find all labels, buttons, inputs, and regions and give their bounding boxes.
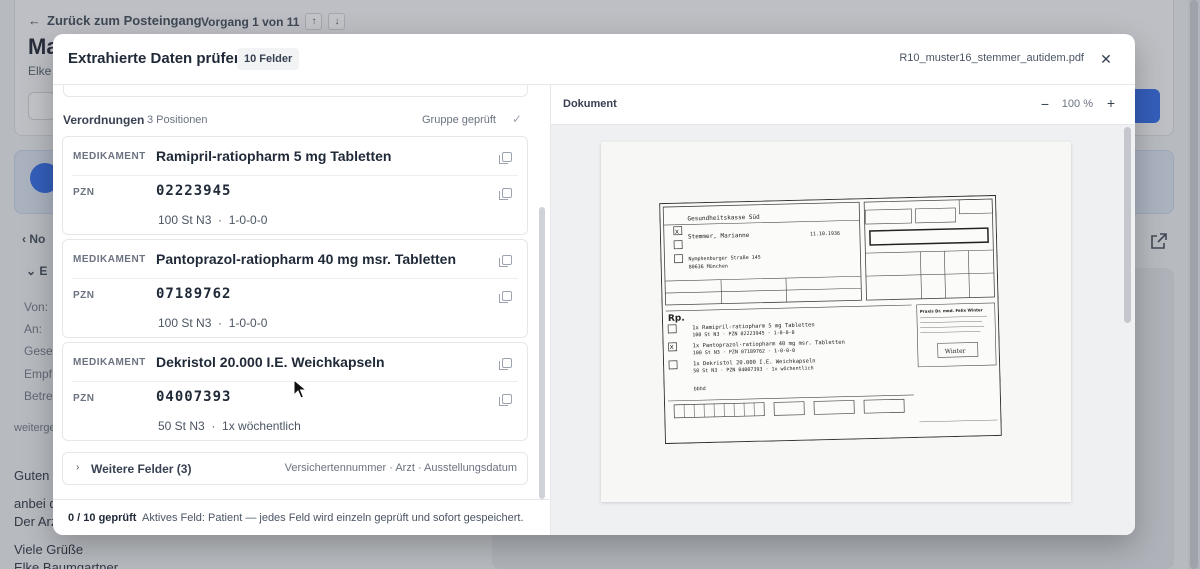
more-fields-list: Versichertennummer · Arzt · Ausstellungs… — [284, 462, 517, 474]
pzn-field[interactable]: PZN 07189762 — [63, 278, 527, 312]
group-count: 3 Positionen — [147, 114, 208, 126]
item-meta: 100 St N3 · 1-0-0-0 — [158, 316, 268, 330]
field-label: PZN — [73, 290, 95, 301]
medication-field[interactable]: MEDIKAMENT Ramipril-ratiopharm 5 mg Tabl… — [63, 137, 527, 175]
svg-text:80636 München: 80636 München — [689, 263, 728, 270]
file-name: R10_muster16_stemmer_autidem.pdf — [899, 52, 1084, 64]
panel-scrollbar[interactable] — [539, 207, 545, 499]
medication-value: Ramipril-ratiopharm 5 mg Tabletten — [156, 148, 392, 164]
dialog-title: Extrahierte Daten prüfen — [68, 50, 244, 67]
svg-text:x: x — [675, 228, 679, 236]
svg-text:x: x — [670, 343, 674, 351]
review-dialog: Extrahierte Daten prüfen 10 Felder R10_m… — [53, 34, 1135, 535]
medication-value: Dekristol 20.000 I.E. Weichkapseln — [156, 354, 385, 370]
prescription-scan: x Gesundheitskasse Süd Stemmer, Marianne… — [659, 194, 1002, 445]
document-scrollbar[interactable] — [1124, 127, 1131, 323]
zoom-in-icon[interactable]: + — [1107, 95, 1115, 111]
more-fields-toggle[interactable]: › Weitere Felder (3) Versichertennummer … — [62, 452, 528, 485]
dialog-footer: 0 / 10 geprüft Aktives Feld: Patient — j… — [53, 499, 550, 535]
copy-icon[interactable] — [499, 152, 512, 164]
field-label: MEDIKAMENT — [73, 254, 146, 265]
svg-text:Rp.: Rp. — [668, 314, 685, 324]
document-title: Dokument — [563, 98, 617, 110]
document-toolbar: Dokument − 100 % + — [551, 85, 1135, 125]
zoom-level: 100 % — [1061, 98, 1093, 110]
copy-icon[interactable] — [499, 188, 512, 200]
pzn-field[interactable]: PZN 02223945 — [63, 175, 527, 209]
svg-text:Winter: Winter — [945, 348, 966, 356]
pzn-value: 02223945 — [156, 183, 232, 199]
pzn-value: 07189762 — [156, 286, 232, 302]
item-meta: 100 St N3 · 1-0-0-0 — [158, 213, 268, 227]
item-meta: 50 St N3 · 1x wöchentlich — [158, 419, 301, 433]
field-label: MEDIKAMENT — [73, 151, 146, 162]
field-count-badge: 10 Felder — [237, 48, 300, 70]
check-icon[interactable]: ✓ — [512, 112, 522, 126]
copy-icon[interactable] — [499, 291, 512, 303]
group-status: Gruppe geprüft — [422, 114, 496, 126]
copy-icon[interactable] — [499, 255, 512, 267]
copy-icon[interactable] — [499, 394, 512, 406]
document-page[interactable]: x Gesundheitskasse Süd Stemmer, Marianne… — [601, 142, 1071, 502]
more-fields-label: Weitere Felder (3) — [91, 462, 192, 476]
previous-card — [63, 85, 528, 97]
medication-value: Pantoprazol-ratiopharm 40 mg msr. Tablet… — [156, 251, 457, 267]
zoom-out-icon[interactable]: − — [1041, 96, 1049, 112]
group-header: Verordnungen 3 Positionen Gruppe geprüft… — [63, 112, 528, 128]
mouse-cursor-icon — [293, 379, 307, 399]
extracted-data-panel: Verordnungen 3 Positionen Gruppe geprüft… — [53, 85, 550, 499]
field-label: PZN — [73, 187, 95, 198]
chevron-right-icon: › — [76, 462, 80, 473]
svg-text:11.10.1936: 11.10.1936 — [810, 231, 840, 238]
document-panel: Dokument − 100 % + x Gesundheitskasse Sü… — [550, 85, 1135, 535]
svg-text:Stemmer, Marianne: Stemmer, Marianne — [688, 232, 750, 241]
medication-field[interactable]: MEDIKAMENT Pantoprazol-ratiopharm 40 mg … — [63, 240, 527, 278]
group-title: Verordnungen — [63, 113, 145, 127]
review-progress: 0 / 10 geprüft — [68, 512, 137, 524]
pzn-value: 04007393 — [156, 389, 232, 405]
svg-text:bbhd: bbhd — [694, 386, 706, 392]
medication-field[interactable]: MEDIKAMENT Dekristol 20.000 I.E. Weichka… — [63, 343, 527, 381]
dialog-header: Extrahierte Daten prüfen 10 Felder R10_m… — [53, 34, 1135, 85]
field-label: MEDIKAMENT — [73, 357, 146, 368]
prescription-item-card: MEDIKAMENT Ramipril-ratiopharm 5 mg Tabl… — [62, 136, 528, 235]
close-icon[interactable]: ✕ — [1097, 50, 1115, 68]
copy-icon[interactable] — [499, 358, 512, 370]
active-field-hint: Aktives Feld: Patient — jedes Feld wird … — [142, 512, 524, 524]
prescription-item-card: MEDIKAMENT Pantoprazol-ratiopharm 40 mg … — [62, 239, 528, 338]
field-label: PZN — [73, 393, 95, 404]
